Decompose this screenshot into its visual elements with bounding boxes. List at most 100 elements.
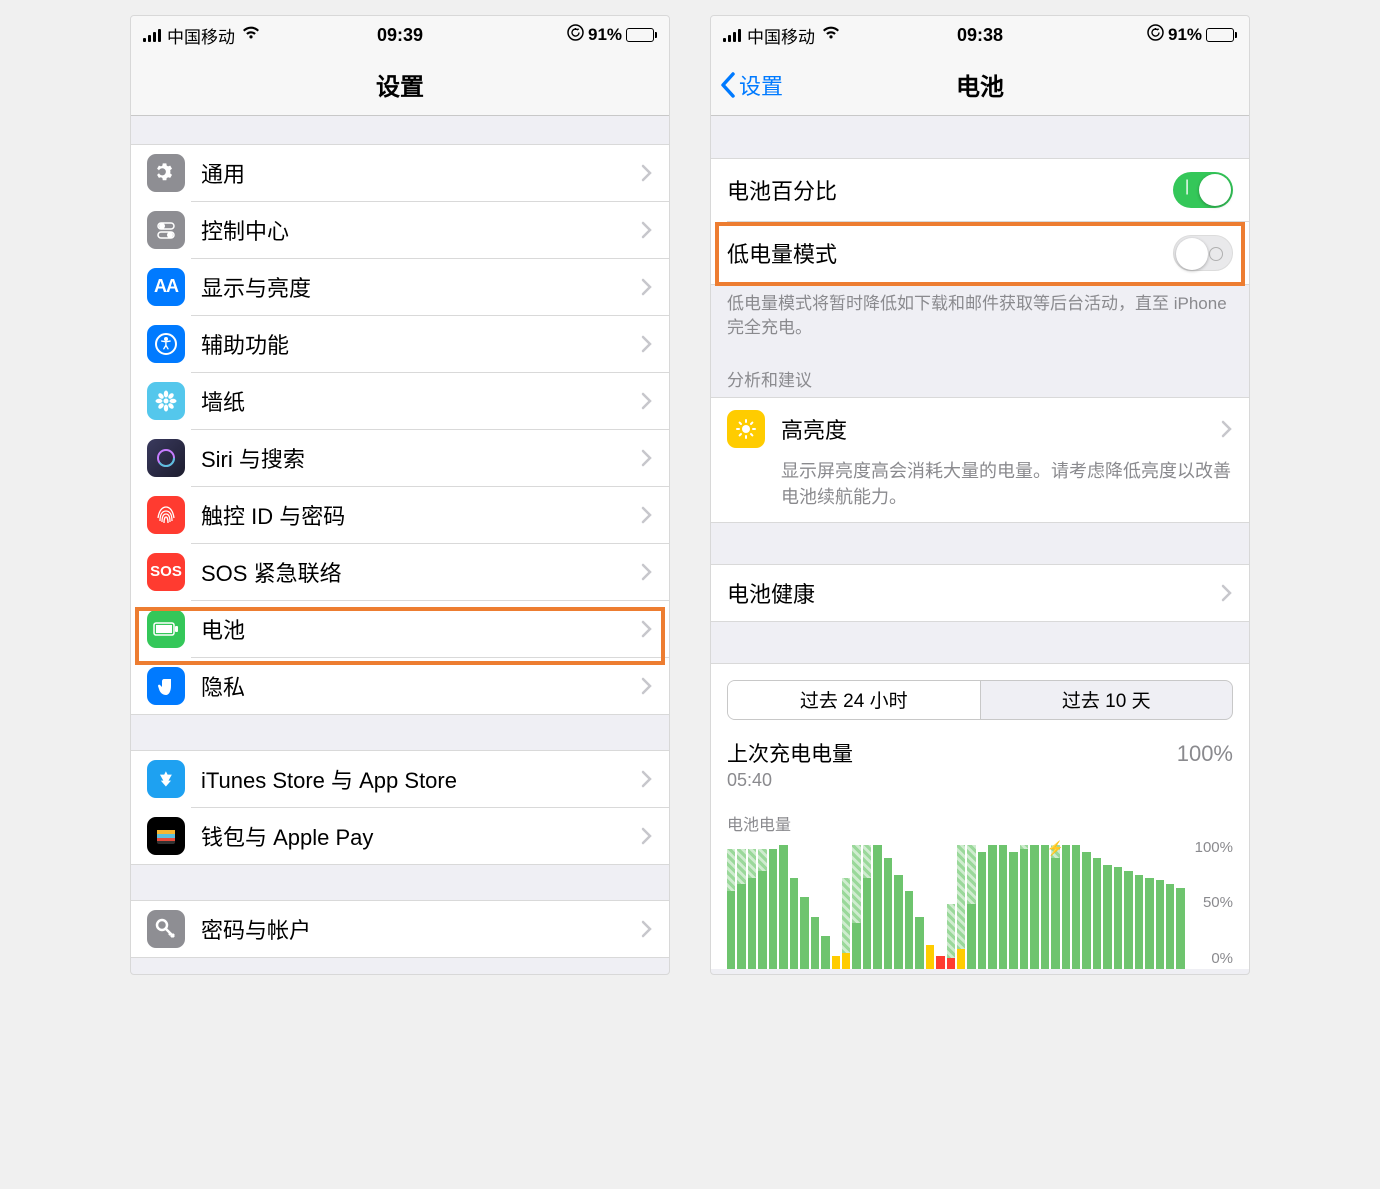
clock: 09:39: [377, 25, 423, 46]
chart-bar: [1082, 852, 1090, 969]
chart-bar: [947, 958, 955, 968]
chevron-right-icon: [1221, 420, 1233, 438]
suggestion-desc: 显示屏亮度高会消耗大量的电量。请考虑降低亮度以改善电池续航能力。: [781, 458, 1233, 510]
battery-screen: 中国移动 09:38 91% 设置 电池 电池百分比: [710, 15, 1250, 975]
chart-bar: [988, 845, 996, 969]
back-button[interactable]: 设置: [719, 69, 783, 101]
battery-content[interactable]: 电池百分比 低电量模式 低电量模式将暂时降低如下载和邮件获取等后台活动，直至 i…: [711, 116, 1249, 974]
settings-item-passwords[interactable]: 密码与帐户: [131, 900, 669, 958]
page-title: 设置: [376, 67, 424, 102]
chart-bar: [1103, 865, 1111, 969]
chart-bar: [873, 845, 881, 969]
signal-icon: [723, 28, 741, 42]
chart-bar: ⚡: [1051, 858, 1059, 969]
rotation-lock-icon: [567, 24, 584, 46]
chevron-right-icon: [641, 221, 653, 239]
chevron-right-icon: [641, 335, 653, 353]
accessibility-icon: [147, 325, 185, 363]
carrier-label: 中国移动: [167, 23, 235, 48]
time-range-segmented[interactable]: 过去 24 小时 过去 10 天: [727, 680, 1233, 720]
settings-list[interactable]: 通用 控制中心 AA 显示与亮度 辅助功能 墙纸: [131, 116, 669, 974]
clock: 09:38: [957, 25, 1003, 46]
chart-bar: [894, 875, 902, 969]
battery-icon: [147, 610, 185, 648]
last-charge-label: 上次充电电量: [727, 738, 853, 768]
chart-bar: [1062, 845, 1070, 969]
key-icon: [147, 910, 185, 948]
settings-item-touchid[interactable]: 触控 ID 与密码: [131, 486, 669, 544]
signal-icon: [143, 28, 161, 42]
settings-item-control-center[interactable]: 控制中心: [131, 201, 669, 259]
chart-bar: [1176, 888, 1184, 969]
settings-item-display[interactable]: AA 显示与亮度: [131, 258, 669, 316]
settings-item-itunes[interactable]: iTunes Store 与 App Store: [131, 750, 669, 808]
chart-bar: [1114, 867, 1122, 968]
chart-bar: [915, 917, 923, 969]
gear-icon: [147, 154, 185, 192]
chart-bar: [1020, 849, 1028, 969]
battery-level-chart: 电池电量 ⚡ 100% 50% 0%: [711, 801, 1249, 969]
status-bar: 中国移动 09:39 91%: [131, 16, 669, 54]
toggle-switch[interactable]: [1173, 235, 1233, 271]
battery-health[interactable]: 电池健康: [711, 564, 1249, 622]
back-label: 设置: [739, 69, 783, 101]
chart-bar: [1072, 845, 1080, 969]
chart-bar: [884, 858, 892, 969]
battery-icon: [626, 28, 657, 42]
chart-bar: [936, 956, 944, 969]
wifi-icon: [241, 25, 261, 45]
settings-item-general[interactable]: 通用: [131, 144, 669, 202]
settings-screen: 中国移动 09:39 91% 设置 通用: [130, 15, 670, 975]
chevron-right-icon: [641, 920, 653, 938]
chart-bar: [926, 945, 934, 968]
chevron-right-icon: [641, 677, 653, 695]
chart-bar: [832, 956, 840, 969]
chart-bar: [800, 897, 808, 969]
chart-bar: [821, 936, 829, 969]
suggestion-high-brightness[interactable]: 高亮度 显示屏亮度高会消耗大量的电量。请考虑降低亮度以改善电池续航能力。: [711, 397, 1249, 523]
last-charge-time: 05:40: [727, 770, 1233, 791]
chart-bar: [999, 845, 1007, 969]
segment-10d[interactable]: 过去 10 天: [981, 681, 1233, 719]
toggles-icon: [147, 211, 185, 249]
chart-bar: [852, 923, 860, 969]
chart-bar: [1030, 845, 1038, 969]
low-power-description: 低电量模式将暂时降低如下载和邮件获取等后台活动，直至 iPhone 完全充电。: [711, 284, 1249, 340]
sos-icon: SOS: [147, 553, 185, 591]
chart-bar: [727, 891, 735, 969]
settings-item-siri[interactable]: Siri 与搜索: [131, 429, 669, 487]
last-charge-pct: 100%: [1177, 741, 1233, 767]
fingerprint-icon: [147, 496, 185, 534]
chart-bar: [1166, 884, 1174, 969]
chart-bar: [758, 871, 766, 969]
battery-percentage-toggle[interactable]: 电池百分比: [711, 158, 1249, 222]
last-charge-info: 上次充电电量 100% 05:40: [711, 732, 1249, 801]
battery-icon: [1206, 28, 1237, 42]
nav-bar: 设置: [131, 54, 669, 116]
chevron-right-icon: [641, 506, 653, 524]
chart-bar: [1009, 852, 1017, 969]
chart-bar: [978, 852, 986, 969]
wallet-icon: [147, 817, 185, 855]
settings-item-accessibility[interactable]: 辅助功能: [131, 315, 669, 373]
chart-bar: [1135, 875, 1143, 969]
chevron-right-icon: [641, 620, 653, 638]
chart-bar: [1124, 871, 1132, 969]
chevron-right-icon: [1221, 584, 1233, 602]
toggle-switch[interactable]: [1173, 172, 1233, 208]
settings-item-wallpaper[interactable]: 墙纸: [131, 372, 669, 430]
segment-24h[interactable]: 过去 24 小时: [728, 681, 981, 719]
chart-bar: [737, 884, 745, 969]
chart-bar: [779, 845, 787, 969]
settings-item-sos[interactable]: SOS SOS 紧急联络: [131, 543, 669, 601]
chart-bar: [957, 949, 965, 969]
appstore-icon: [147, 760, 185, 798]
chart-bar: [863, 878, 871, 969]
low-power-mode-toggle[interactable]: 低电量模式: [711, 221, 1249, 285]
settings-item-privacy[interactable]: 隐私: [131, 657, 669, 715]
chart-bar: [967, 904, 975, 969]
settings-item-wallet[interactable]: 钱包与 Apple Pay: [131, 807, 669, 865]
chart-bar: [1156, 880, 1164, 968]
chart-title: 电池电量: [727, 811, 1233, 835]
settings-item-battery[interactable]: 电池: [131, 600, 669, 658]
